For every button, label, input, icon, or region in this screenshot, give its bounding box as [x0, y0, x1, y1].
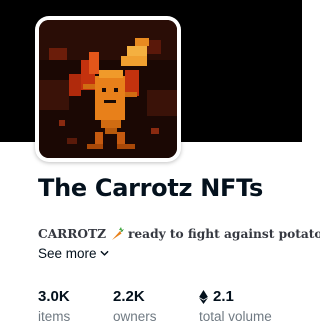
see-more-button[interactable]: See more [38, 246, 109, 261]
stat-value-text: 2.1 [213, 288, 234, 305]
description-suffix: ready to fight against potatoz [128, 227, 320, 241]
collection-avatar-frame[interactable] [35, 16, 181, 162]
stat-value: 2.2K [113, 288, 145, 305]
collection-title: The Carrotz NFTs [38, 174, 264, 202]
chevron-down-icon [100, 249, 109, 258]
collection-description: CARROTZ ready to fight against potatoz [38, 226, 320, 242]
stat-label: owners [113, 309, 157, 324]
carrot-icon [109, 226, 125, 242]
stat-value: 3.0K [38, 288, 70, 305]
see-more-label: See more [38, 246, 97, 261]
description-prefix: CARROTZ [38, 227, 106, 241]
collection-stats: 3.0K items 2.2K owners 2.1 total volume [38, 288, 272, 325]
stat-total-volume[interactable]: 2.1 total volume [199, 288, 272, 325]
collection-avatar [39, 20, 177, 158]
ethereum-icon [199, 290, 213, 304]
stat-value-volume: 2.1 [199, 288, 272, 306]
stat-items[interactable]: 3.0K items [38, 288, 113, 325]
stat-owners[interactable]: 2.2K owners [113, 288, 199, 325]
stat-label: total volume [199, 309, 272, 324]
stat-label: items [38, 309, 71, 324]
